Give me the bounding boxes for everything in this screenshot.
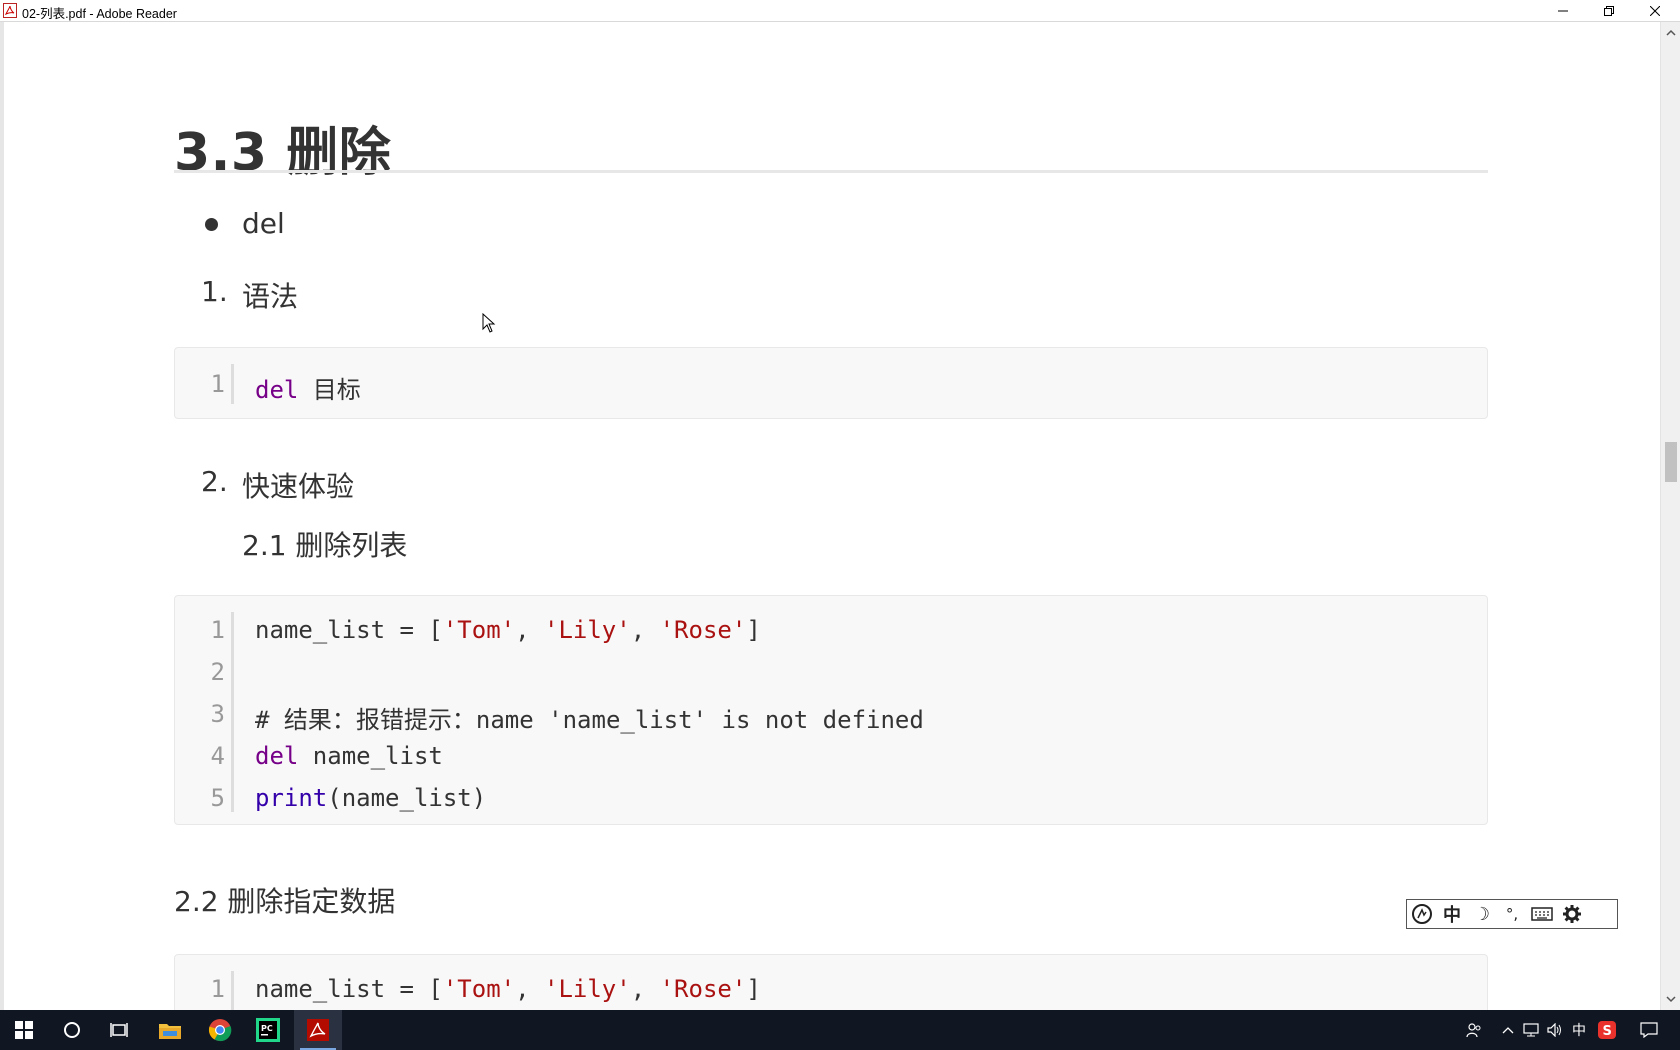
line-number: 5 bbox=[210, 784, 225, 812]
code-text: name_list = [ bbox=[255, 616, 443, 644]
code-line: del name_list bbox=[255, 742, 443, 770]
minimize-button[interactable] bbox=[1540, 0, 1586, 22]
code-string: 'Rose' bbox=[659, 616, 747, 644]
window-titlebar: 02-列表.pdf - Adobe Reader bbox=[0, 0, 1680, 22]
code-text: name_list = [ bbox=[255, 975, 443, 1003]
taskbar-pycharm[interactable]: PC bbox=[244, 1010, 292, 1050]
tray-ime-indicator[interactable]: 中 bbox=[1568, 1010, 1590, 1050]
line-number: 3 bbox=[210, 700, 225, 728]
heading-divider bbox=[174, 170, 1488, 173]
code-block-delete-specified: 1 name_list = ['Tom', 'Lily', 'Rose'] bbox=[174, 954, 1488, 1010]
taskbar-adobe-reader[interactable] bbox=[294, 1010, 342, 1050]
list-item-syntax: 语法 bbox=[242, 280, 299, 313]
minimize-icon bbox=[1558, 10, 1568, 12]
line-number: 1 bbox=[210, 370, 225, 398]
adobe-reader-icon bbox=[307, 1019, 329, 1041]
code-gutter bbox=[231, 612, 234, 812]
code-gutter bbox=[231, 971, 234, 1010]
list-number-1: 1. bbox=[201, 275, 228, 308]
task-view-button[interactable] bbox=[96, 1010, 144, 1050]
tray-people-icon[interactable] bbox=[1462, 1010, 1486, 1050]
code-text: , bbox=[630, 975, 660, 1003]
task-view-icon bbox=[110, 1023, 128, 1037]
restore-button[interactable] bbox=[1586, 0, 1632, 22]
list-number-2: 2. bbox=[201, 465, 228, 498]
code-text: ] bbox=[746, 616, 761, 644]
line-number: 1 bbox=[210, 975, 225, 1003]
windows-taskbar: PC 中 S bbox=[0, 1010, 1680, 1050]
section-heading: 3.3 删除 bbox=[174, 123, 392, 183]
line-number: 2 bbox=[210, 658, 225, 686]
tray-show-hidden-icon[interactable] bbox=[1498, 1010, 1518, 1050]
folder-icon bbox=[159, 1024, 181, 1039]
svg-text:PC: PC bbox=[261, 1024, 273, 1033]
scrollbar-thumb[interactable] bbox=[1665, 442, 1677, 482]
taskbar-chrome[interactable] bbox=[196, 1010, 244, 1050]
vertical-scrollbar[interactable] bbox=[1660, 22, 1680, 1010]
ime-language-toggle[interactable]: 中 bbox=[1437, 900, 1467, 928]
svg-text:S: S bbox=[1603, 1024, 1612, 1039]
code-line: name_list = ['Tom', 'Lily', 'Rose'] bbox=[255, 975, 761, 1003]
code-string: 'Lily' bbox=[544, 975, 631, 1003]
code-string: 'Lily' bbox=[544, 616, 631, 644]
windows-logo-icon bbox=[15, 1021, 33, 1039]
code-string: 'Tom' bbox=[442, 975, 516, 1003]
code-line: name_list = ['Tom', 'Lily', 'Rose'] bbox=[255, 616, 761, 644]
bullet-dot bbox=[205, 218, 218, 231]
code-string: 'Tom' bbox=[442, 616, 516, 644]
pycharm-icon: PC bbox=[256, 1018, 280, 1042]
code-gutter bbox=[231, 364, 234, 404]
scroll-down-icon[interactable] bbox=[1666, 994, 1676, 1004]
code-text: , bbox=[515, 616, 544, 644]
code-line: del 目标 bbox=[255, 370, 361, 405]
tray-network-icon[interactable] bbox=[1520, 1010, 1542, 1050]
code-text: ] bbox=[746, 975, 761, 1003]
bullet-text-del: del bbox=[242, 207, 285, 240]
pdf-document-view[interactable]: 3.3 删除 del 1. 语法 1 del 目标 2. 快速体验 2.1 删除… bbox=[4, 22, 1660, 1010]
mouse-cursor-icon bbox=[482, 313, 496, 333]
code-line: print(name_list) bbox=[255, 784, 486, 812]
list-item-quick-try: 快速体验 bbox=[242, 470, 355, 503]
scroll-up-icon[interactable] bbox=[1666, 28, 1676, 38]
line-number: 4 bbox=[210, 742, 225, 770]
ime-halfwidth-toggle[interactable]: ☽ bbox=[1467, 900, 1497, 928]
code-text: , bbox=[515, 975, 544, 1003]
subheading-delete-list: 2.1 删除列表 bbox=[242, 529, 408, 562]
tray-volume-icon[interactable] bbox=[1544, 1010, 1566, 1050]
code-builtin: print bbox=[255, 784, 328, 812]
close-button[interactable] bbox=[1632, 0, 1678, 22]
subheading-delete-specified: 2.2 删除指定数据 bbox=[174, 885, 396, 918]
code-keyword: del bbox=[255, 742, 299, 770]
ime-logo-icon[interactable] bbox=[1407, 900, 1437, 928]
code-text: name_list bbox=[298, 742, 443, 770]
close-icon bbox=[1650, 6, 1660, 16]
taskbar-file-explorer[interactable] bbox=[146, 1010, 194, 1050]
cortana-circle-icon bbox=[64, 1022, 80, 1038]
ime-toolbar[interactable]: 中 ☽ °, bbox=[1406, 899, 1618, 929]
tray-notification-icon[interactable] bbox=[1634, 1010, 1664, 1050]
window-title: 02-列表.pdf - Adobe Reader bbox=[22, 7, 177, 21]
code-comment: # 结果：报错提示：name 'name_list' is not define… bbox=[255, 706, 924, 734]
code-text: (name_list) bbox=[327, 784, 487, 812]
line-number: 1 bbox=[210, 616, 225, 644]
settings-gear-icon[interactable] bbox=[1557, 900, 1587, 928]
tray-sogou-icon[interactable]: S bbox=[1596, 1010, 1618, 1050]
code-string: 'Rose' bbox=[659, 975, 747, 1003]
code-keyword: del bbox=[255, 376, 299, 404]
keyboard-icon[interactable] bbox=[1527, 900, 1557, 928]
restore-icon bbox=[1604, 6, 1614, 16]
search-button[interactable] bbox=[48, 1010, 96, 1050]
ime-punctuation-toggle[interactable]: °, bbox=[1497, 900, 1527, 928]
start-button[interactable] bbox=[0, 1010, 48, 1050]
adobe-reader-app-icon bbox=[3, 3, 17, 18]
code-text: 目标 bbox=[298, 376, 361, 404]
code-text: , bbox=[630, 616, 660, 644]
code-block-delete-list: 1 name_list = ['Tom', 'Lily', 'Rose'] 2 … bbox=[174, 595, 1488, 825]
code-block-syntax: 1 del 目标 bbox=[174, 347, 1488, 419]
chrome-icon bbox=[208, 1019, 232, 1042]
